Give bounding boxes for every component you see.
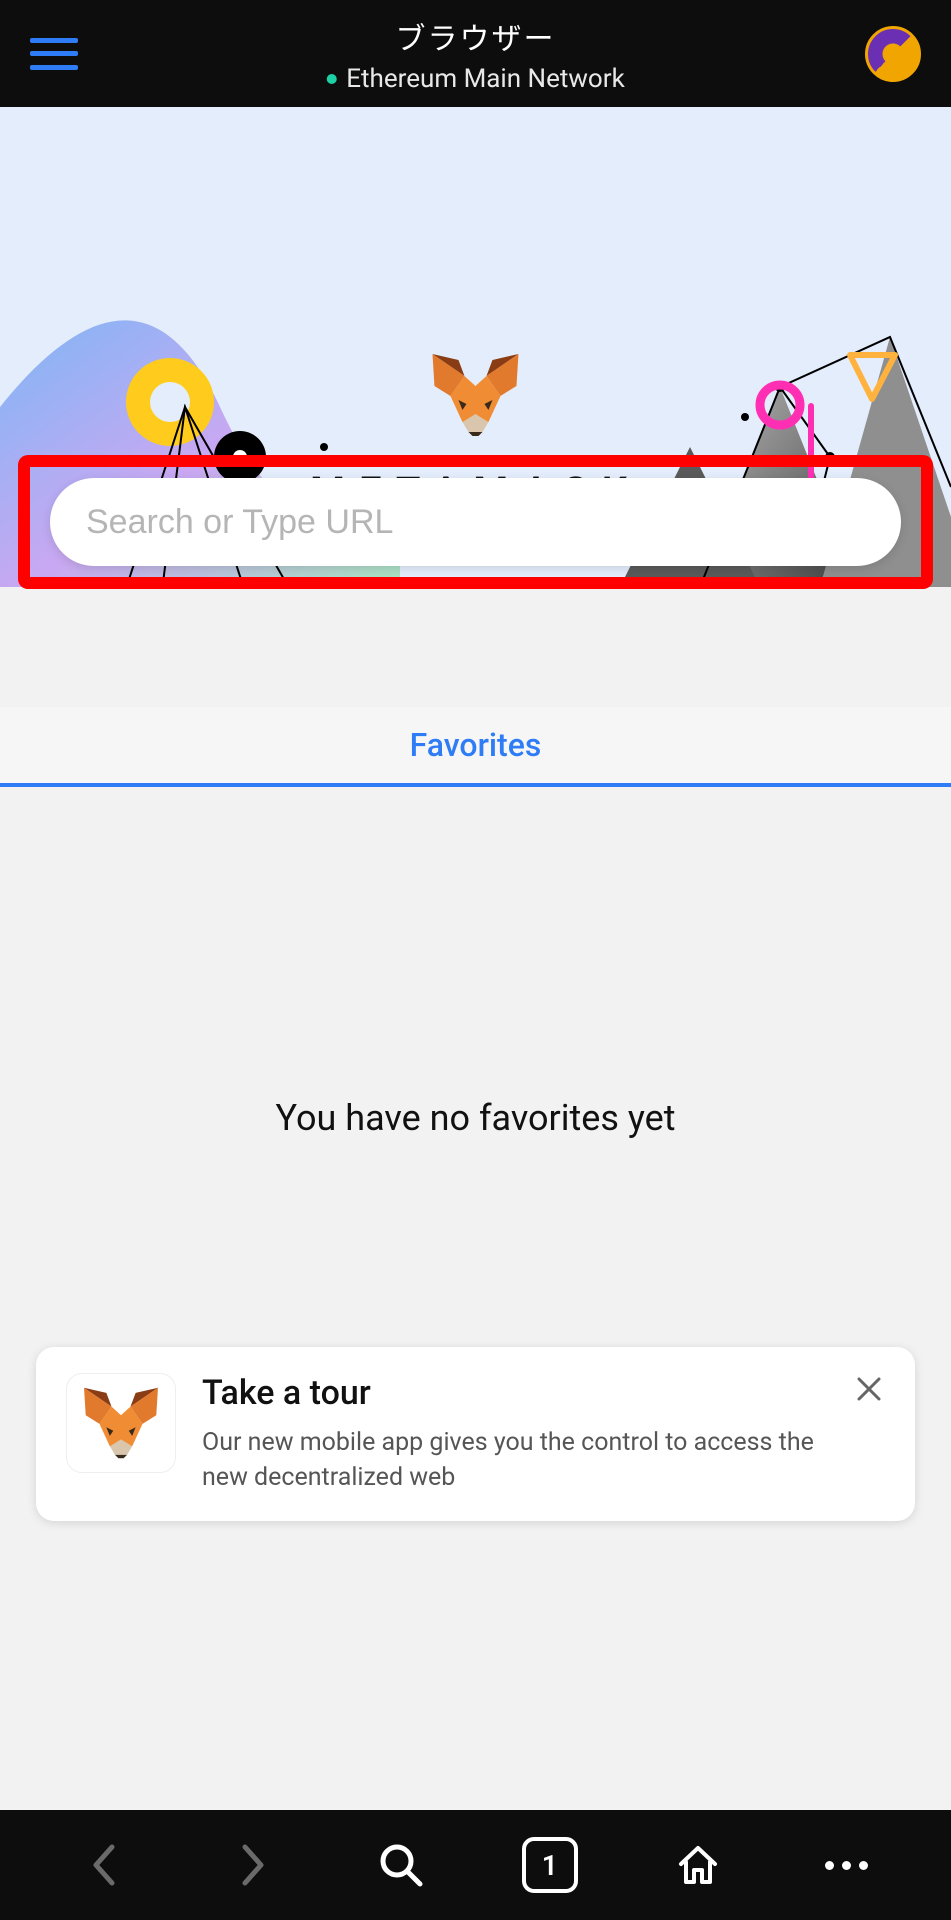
tabs-button[interactable]: 1 [522, 1837, 578, 1893]
more-button[interactable] [819, 1837, 875, 1893]
more-icon [825, 1861, 868, 1870]
url-search-input[interactable] [86, 503, 865, 542]
search-highlight-box [18, 455, 933, 589]
close-icon[interactable] [853, 1373, 885, 1405]
page-title: ブラウザー [326, 14, 625, 58]
home-icon [675, 1842, 721, 1888]
tab-count-value: 1 [542, 1849, 558, 1882]
account-avatar[interactable] [865, 26, 921, 82]
empty-favorites-message: You have no favorites yet [275, 1097, 675, 1139]
browser-bottom-bar: 1 [0, 1810, 951, 1920]
tab-favorites[interactable]: Favorites [410, 726, 542, 764]
tour-card-icon [66, 1373, 176, 1473]
tour-card-description: Our new mobile app gives you the control… [202, 1425, 827, 1495]
chevron-right-icon [239, 1843, 267, 1887]
tour-card-title: Take a tour [202, 1373, 827, 1413]
search-button[interactable] [373, 1837, 429, 1893]
hamburger-menu-icon[interactable] [30, 38, 78, 70]
back-button[interactable] [76, 1837, 132, 1893]
tour-card-text: Take a tour Our new mobile app gives you… [202, 1373, 827, 1495]
tab-count-badge: 1 [522, 1837, 578, 1893]
network-status-dot-icon [326, 74, 336, 84]
metamask-fox-icon [82, 1386, 160, 1460]
metamask-fox-icon [431, 352, 521, 438]
chevron-left-icon [90, 1843, 118, 1887]
content-area: You have no favorites yet Take a tour Ou… [0, 787, 951, 1810]
network-indicator[interactable]: Ethereum Main Network [326, 64, 625, 94]
tour-card[interactable]: Take a tour Our new mobile app gives you… [36, 1347, 915, 1521]
tabs-row: Favorites [0, 707, 951, 787]
network-name: Ethereum Main Network [346, 64, 625, 94]
app-header: ブラウザー Ethereum Main Network [0, 0, 951, 107]
header-center: ブラウザー Ethereum Main Network [326, 14, 625, 94]
forward-button[interactable] [225, 1837, 281, 1893]
url-search-bar[interactable] [50, 478, 901, 566]
search-icon [378, 1842, 424, 1888]
home-button[interactable] [670, 1837, 726, 1893]
